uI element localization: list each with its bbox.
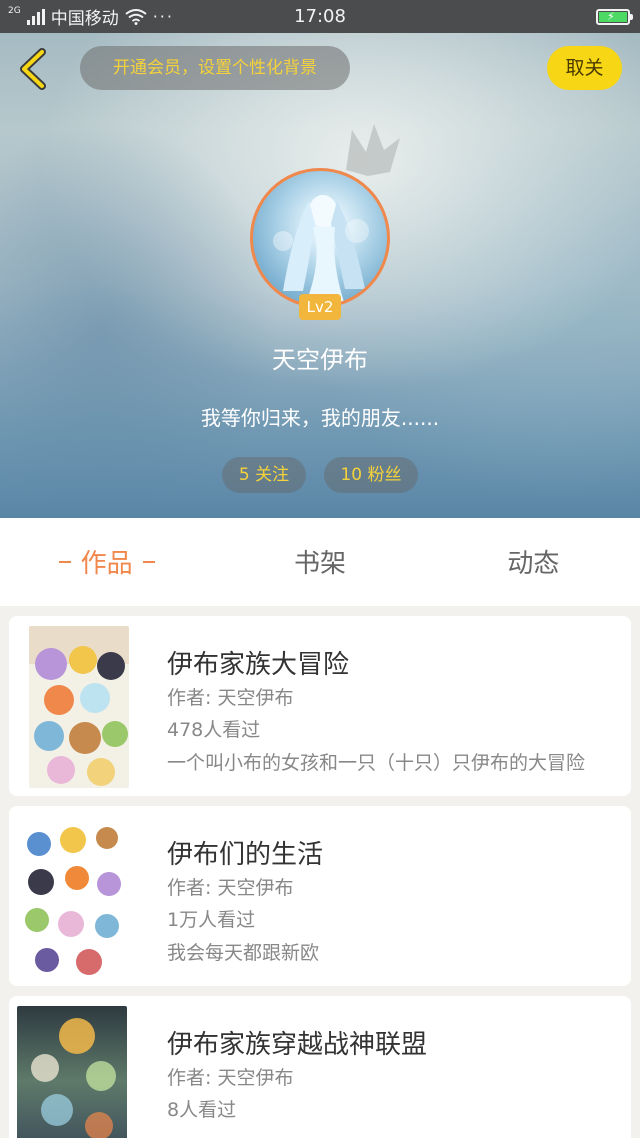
unfollow-button[interactable]: 取关: [547, 46, 622, 90]
work-views: 1万人看过: [167, 909, 256, 931]
tab-activity[interactable]: 动态: [427, 518, 640, 606]
work-views: 478人看过: [167, 719, 261, 741]
work-author: 作者: 天空伊布: [167, 687, 294, 709]
work-title: 伊布家族大冒险: [167, 650, 350, 680]
vip-background-prompt[interactable]: 开通会员，设置个性化背景: [80, 46, 350, 90]
work-title: 伊布家族穿越战神联盟: [167, 1030, 428, 1060]
charging-icon: ⚡: [607, 10, 615, 23]
following-count-button[interactable]: 5 关注: [222, 457, 306, 493]
work-author: 作者: 天空伊布: [167, 1067, 294, 1089]
work-description: 我会每天都跟新欧: [167, 942, 320, 964]
work-author: 作者: 天空伊布: [167, 877, 294, 899]
work-title: 伊布们的生活: [167, 840, 324, 870]
battery-icon: ⚡: [596, 9, 633, 25]
signature: 我等你归来，我的朋友......: [200, 406, 440, 430]
list-item[interactable]: 伊布家族大冒险 作者: 天空伊布 478人看过 一个叫小布的女孩和一只（十只）只…: [9, 616, 631, 796]
avatar[interactable]: [250, 168, 390, 308]
status-bar: 2G 中国移动 ··· 17:08 ⚡: [0, 0, 640, 33]
list-item[interactable]: 伊布们的生活 作者: 天空伊布 1万人看过 我会每天都跟新欧: [9, 806, 631, 986]
level-badge: Lv2: [299, 294, 341, 320]
profile-header: Lv2 天空伊布 我等你归来，我的朋友...... 5 关注 10 粉丝 开通会…: [0, 0, 640, 518]
book-cover-image: [17, 816, 127, 978]
tab-bookshelf[interactable]: 书架: [213, 518, 426, 606]
clock: 17:08: [294, 6, 346, 27]
back-arrow-icon[interactable]: [14, 46, 54, 92]
avatar-image: [273, 195, 369, 305]
work-description: 一个叫小布的女孩和一只（十只）只伊布的大冒险: [167, 752, 586, 774]
book-cover-image: [29, 626, 129, 788]
book-cover-image: [17, 1006, 127, 1138]
tab-works[interactable]: 作品: [0, 518, 213, 606]
username: 天空伊布: [272, 346, 368, 374]
list-item[interactable]: 伊布家族穿越战神联盟 作者: 天空伊布 8人看过: [9, 996, 631, 1138]
profile-tabs: 作品 书架 动态: [0, 518, 640, 606]
work-views: 8人看过: [167, 1099, 237, 1121]
fans-count-button[interactable]: 10 粉丝: [324, 457, 418, 493]
